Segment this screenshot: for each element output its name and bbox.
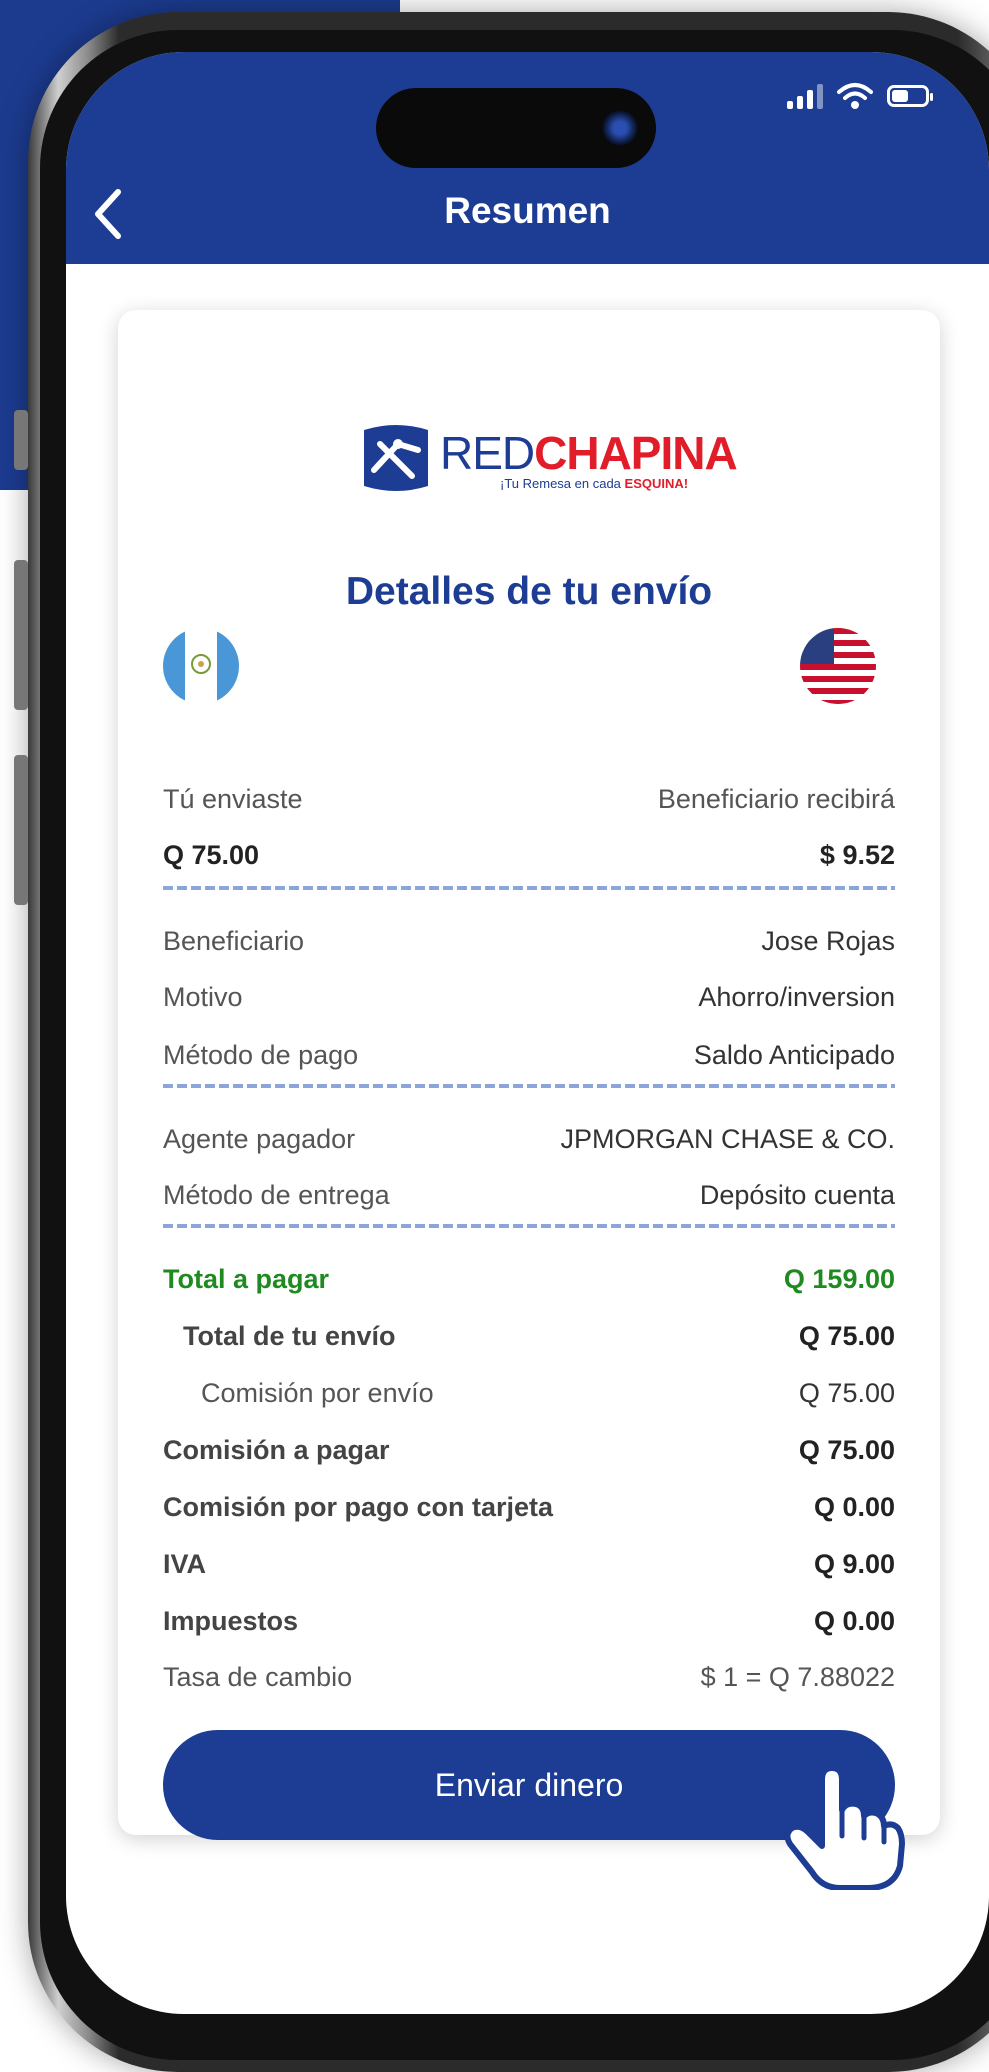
impuestos-row: Impuestos Q 0.00 — [163, 1606, 895, 1637]
signal-icon — [787, 83, 823, 109]
detail-label: Motivo — [163, 982, 243, 1012]
phone-screen: Resumen REDCHAPINA ¡Tu Remesa en cada ES… — [66, 52, 989, 2014]
comision-envio-label: Comisión por envío — [201, 1378, 434, 1408]
comision-tarjeta-value: Q 0.00 — [813, 1492, 895, 1522]
details-heading: Detalles de tu envío — [345, 570, 713, 613]
app-header: Resumen — [66, 52, 989, 264]
detail-value: Depósito cuenta — [699, 1180, 895, 1210]
transfer-labels-row: Tú enviaste Beneficiario recibirá — [163, 784, 895, 815]
camera-icon — [602, 110, 638, 146]
wifi-icon — [837, 83, 873, 109]
comision-pagar-label: Comisión a pagar — [163, 1435, 390, 1465]
sent-value: Q 75.00 — [163, 840, 260, 870]
detail-row-metodo-entrega: Método de entrega Depósito cuenta — [163, 1180, 895, 1211]
pointer-hand-icon — [771, 1740, 905, 1890]
tasa-cambio-label: Tasa de cambio — [163, 1662, 353, 1692]
impuestos-label: Impuestos — [163, 1606, 299, 1636]
detail-label: Método de pago — [163, 1040, 359, 1070]
detail-label: Método de entrega — [163, 1180, 390, 1210]
iva-row: IVA Q 9.00 — [163, 1549, 895, 1580]
comision-tarjeta-label: Comisión por pago con tarjeta — [163, 1492, 554, 1522]
usa-flag-icon — [800, 628, 876, 704]
comision-pagar-value: Q 75.00 — [798, 1435, 895, 1465]
comision-envio-value: Q 75.00 — [798, 1378, 895, 1408]
detail-row-motivo: Motivo Ahorro/inversion — [163, 982, 895, 1013]
divider — [163, 1084, 895, 1088]
page-title: Resumen — [444, 190, 611, 231]
total-pagar-label: Total a pagar — [163, 1264, 330, 1294]
detail-row-agente: Agente pagador JPMORGAN CHASE & CO. — [163, 1124, 895, 1155]
silent-switch — [14, 410, 28, 470]
detail-value: Jose Rojas — [761, 926, 895, 956]
iva-label: IVA — [163, 1549, 207, 1579]
logo-wordmark: REDCHAPINA — [440, 427, 738, 479]
total-envio-label: Total de tu envío — [183, 1321, 396, 1351]
impuestos-value: Q 0.00 — [813, 1606, 895, 1636]
comision-pagar-row: Comisión a pagar Q 75.00 — [163, 1435, 895, 1466]
iva-value: Q 9.00 — [813, 1549, 895, 1579]
transfer-values-row: Q 75.00 $ 9.52 — [163, 840, 895, 871]
tasa-cambio-value: $ 1 = Q 7.88022 — [700, 1662, 895, 1692]
received-label: Beneficiario recibirá — [657, 784, 895, 814]
divider — [163, 886, 895, 890]
comision-envio-row: Comisión por envío Q 75.00 — [163, 1378, 895, 1409]
redchapina-logo: REDCHAPINA ¡Tu Remesa en cada ESQUINA! — [358, 420, 738, 500]
divider — [163, 1224, 895, 1228]
detail-label: Agente pagador — [163, 1124, 356, 1154]
logo-mark-icon — [364, 425, 428, 491]
logo-tagline: ¡Tu Remesa en cada ESQUINA! — [500, 476, 689, 491]
sent-label: Tú enviaste — [163, 784, 303, 814]
dynamic-island — [376, 88, 656, 168]
total-envio-value: Q 75.00 — [798, 1321, 895, 1351]
tasa-cambio-row: Tasa de cambio $ 1 = Q 7.88022 — [163, 1662, 895, 1693]
volume-down-button — [14, 755, 28, 905]
battery-icon — [887, 85, 933, 107]
guatemala-flag-icon — [163, 628, 239, 704]
detail-value: JPMORGAN CHASE & CO. — [560, 1124, 895, 1154]
detail-row-metodo-pago: Método de pago Saldo Anticipado — [163, 1040, 895, 1071]
total-pagar-value: Q 159.00 — [783, 1264, 895, 1294]
summary-card: REDCHAPINA ¡Tu Remesa en cada ESQUINA! D… — [118, 310, 940, 1840]
total-envio-row: Total de tu envío Q 75.00 — [163, 1321, 895, 1352]
total-pagar-row: Total a pagar Q 159.00 — [163, 1264, 895, 1295]
detail-label: Beneficiario — [163, 926, 305, 956]
status-bar — [787, 82, 933, 110]
detail-value: Ahorro/inversion — [698, 982, 895, 1012]
detail-value: Saldo Anticipado — [693, 1040, 895, 1070]
detail-row-beneficiario: Beneficiario Jose Rojas — [163, 926, 895, 957]
volume-up-button — [14, 560, 28, 710]
received-value: $ 9.52 — [819, 840, 895, 870]
comision-tarjeta-row: Comisión por pago con tarjeta Q 0.00 — [163, 1492, 895, 1523]
